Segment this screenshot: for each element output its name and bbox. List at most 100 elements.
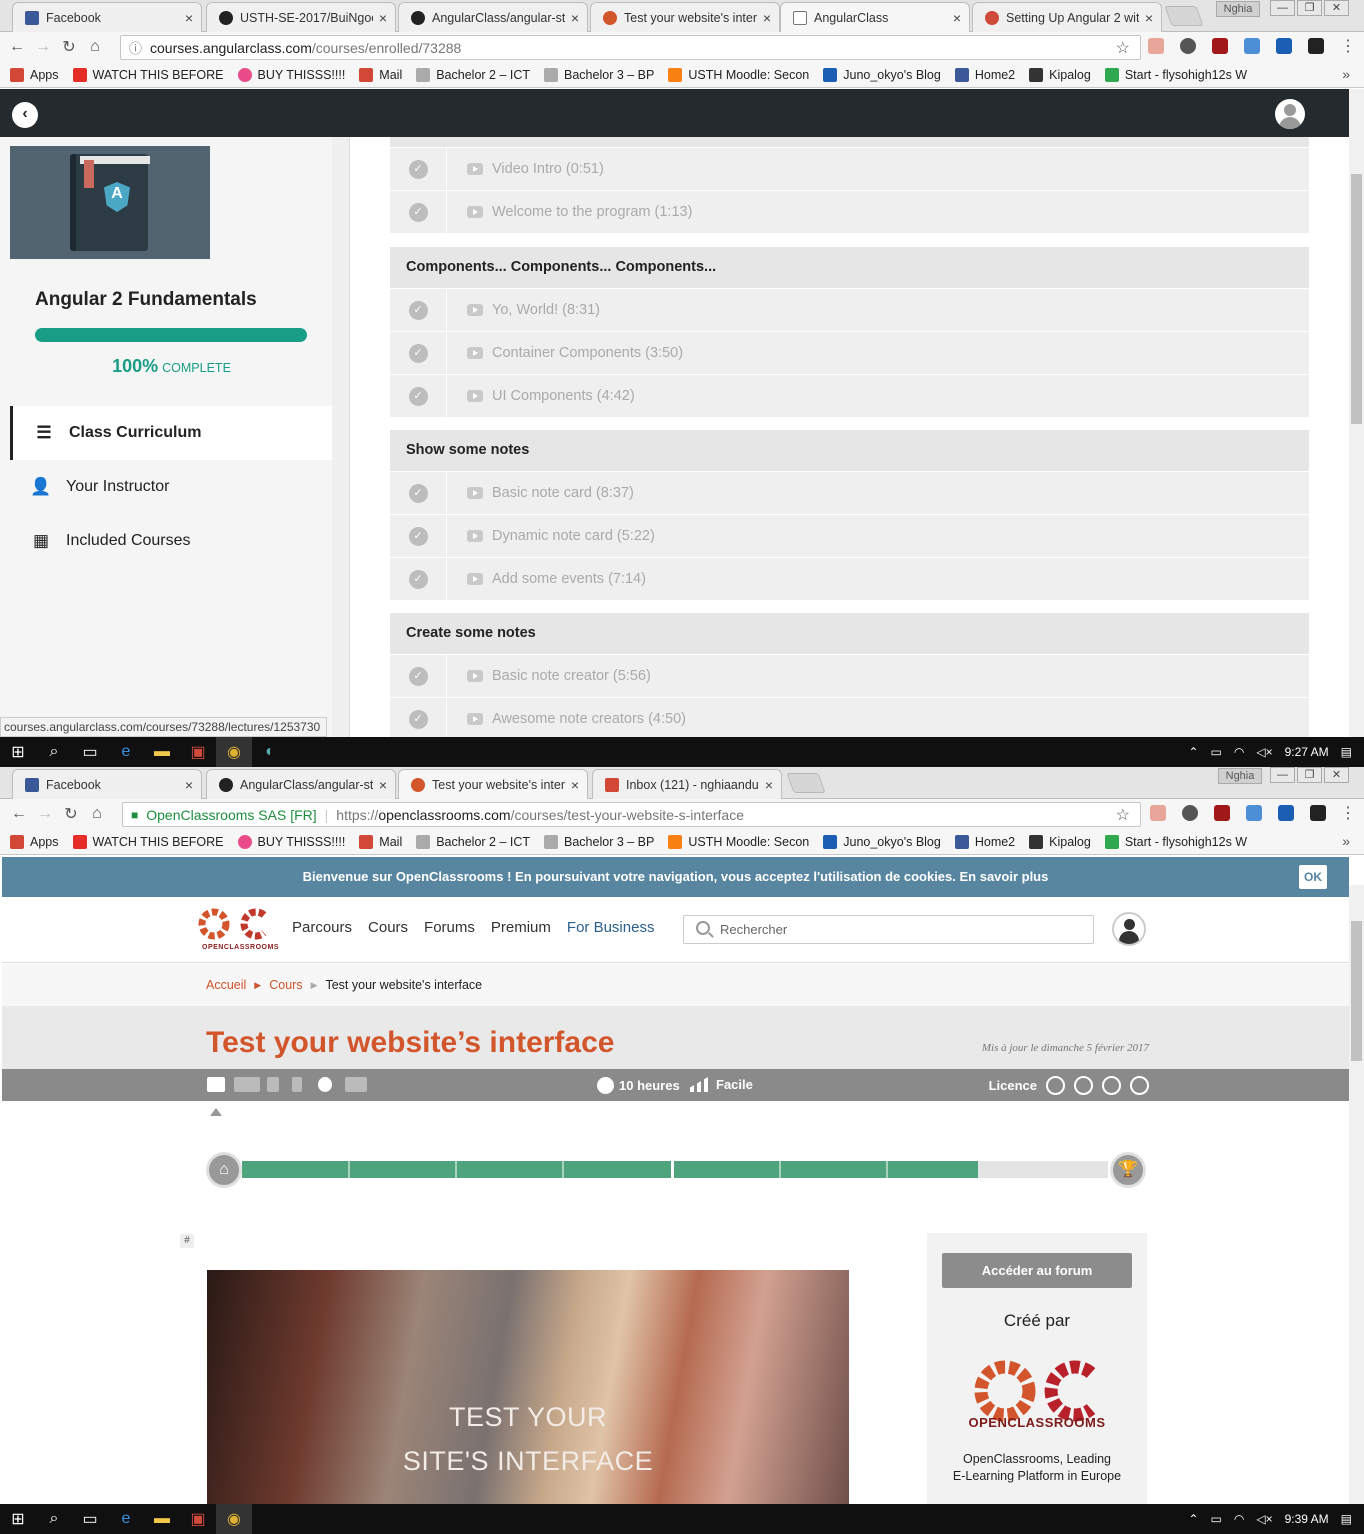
tab-angularclass[interactable]: AngularClass × <box>780 2 970 32</box>
ublock-icon[interactable] <box>1212 38 1228 54</box>
nav-premium[interactable]: Premium <box>491 919 551 936</box>
anchor-hash[interactable]: # <box>180 1234 194 1248</box>
tab-facebook[interactable]: Facebook × <box>12 2 202 32</box>
page-scrollbar[interactable] <box>1349 89 1364 737</box>
clock[interactable]: 9:27 AM <box>1285 745 1329 759</box>
cookie-ok-button[interactable]: OK <box>1299 865 1327 889</box>
minimize-icon[interactable]: — <box>1270 0 1295 16</box>
close-tab-icon[interactable]: × <box>953 10 961 26</box>
file-explorer-icon[interactable]: ▬ <box>144 1504 180 1534</box>
close-tab-icon[interactable]: × <box>765 777 773 793</box>
tab-github-angularclass[interactable]: AngularClass/angular-sta × <box>398 2 588 32</box>
course-video[interactable]: TEST YOUR SITE'S INTERFACE <box>207 1270 849 1507</box>
extension-icon[interactable] <box>1244 38 1260 54</box>
battery-icon[interactable]: ▭ <box>1211 745 1222 759</box>
profile-badge[interactable]: Nghia <box>1218 768 1262 784</box>
bookmark-kipalog[interactable]: Kipalog <box>1029 67 1091 82</box>
bookmark-watch[interactable]: WATCH THIS BEFORE <box>72 67 224 82</box>
wifi-icon[interactable]: ◠ <box>1234 745 1244 759</box>
notifications-icon[interactable]: ▤ <box>1341 745 1352 759</box>
lecture-row[interactable]: ✓ Add some events (7:14) <box>390 557 1309 601</box>
menu-kebab-icon[interactable]: ⋮ <box>1340 803 1356 823</box>
extension-icon[interactable] <box>1246 805 1262 821</box>
lecture-row[interactable]: ✓ UI Components (4:42) <box>390 374 1309 418</box>
bookmark-buy[interactable]: BUY THISSS!!!! <box>237 834 345 849</box>
openclassrooms-logo[interactable]: OPENCLASSROOMS <box>198 906 279 954</box>
bookmark-start[interactable]: Start - flysohigh12s W <box>1104 834 1247 849</box>
chrome-icon[interactable]: ◉ <box>216 1504 252 1534</box>
trophy-icon[interactable]: 🏆 <box>1110 1152 1146 1188</box>
ublock-icon[interactable] <box>1214 805 1230 821</box>
tray-chevron-icon[interactable]: ⌃ <box>1188 1512 1198 1526</box>
windows-start-icon[interactable]: ⊞ <box>0 737 36 767</box>
nav-parcours[interactable]: Parcours <box>292 919 352 936</box>
bookmark-blog[interactable]: Juno_okyo's Blog <box>823 67 941 82</box>
lecture-row[interactable]: ✓ Container Components (3:50) <box>390 331 1309 375</box>
tab-facebook[interactable]: Facebook × <box>12 769 202 799</box>
restore-icon[interactable]: ❐ <box>1297 767 1322 783</box>
bookmark-star-icon[interactable]: ☆ <box>1116 38 1130 58</box>
breadcrumb-accueil[interactable]: Accueil <box>206 978 246 992</box>
menu-your-instructor[interactable]: 👤 Your Instructor <box>10 460 332 514</box>
info-icon[interactable]: ⓘ <box>129 38 142 57</box>
edge-icon[interactable]: e <box>108 1504 144 1534</box>
app-icon[interactable]: ▣ <box>180 1504 216 1534</box>
page-scrollbar[interactable] <box>1349 885 1364 1504</box>
bookmark-moodle[interactable]: USTH Moodle: Secon <box>668 834 809 849</box>
close-tab-icon[interactable]: × <box>379 777 387 793</box>
close-tab-icon[interactable]: × <box>1145 10 1153 26</box>
extension-icon[interactable] <box>1148 38 1164 54</box>
bookmark-watch[interactable]: WATCH THIS BEFORE <box>72 834 224 849</box>
new-tab-button[interactable] <box>1164 6 1204 26</box>
minimize-icon[interactable]: — <box>1270 767 1295 783</box>
file-explorer-icon[interactable]: ▬ <box>144 737 180 767</box>
bookmark-bachelor2[interactable]: Bachelor 2 – ICT <box>416 67 530 82</box>
cc-sa-icon[interactable] <box>1130 1076 1149 1095</box>
lecture-row[interactable]: ✓ Welcome to the program (1:13) <box>390 190 1309 234</box>
tab-openclassrooms[interactable]: Test your website's interf × <box>590 2 780 32</box>
extension-icon[interactable] <box>1310 805 1326 821</box>
extension-icon[interactable] <box>1308 38 1324 54</box>
bookmark-blog[interactable]: Juno_okyo's Blog <box>823 834 941 849</box>
app-icon[interactable]: ◐ <box>252 737 288 767</box>
bookmark-apps[interactable]: Apps <box>10 67 59 82</box>
lock-icon[interactable]: ■ <box>131 808 138 822</box>
lecture-row[interactable]: ✓ Awesome note creators (4:50) <box>390 697 1309 737</box>
battery-icon[interactable]: ▭ <box>1211 1512 1222 1526</box>
address-bar[interactable]: ⓘ courses.angularclass.com/courses/enrol… <box>120 35 1141 60</box>
nav-for-business[interactable]: For Business <box>567 919 655 936</box>
close-window-icon[interactable]: ✕ <box>1324 0 1349 16</box>
scrollbar-thumb[interactable] <box>1351 921 1362 1061</box>
extension-icon[interactable] <box>1278 805 1294 821</box>
restore-icon[interactable]: ❐ <box>1297 0 1322 16</box>
task-view-icon[interactable]: ▭ <box>72 1504 108 1534</box>
home-icon[interactable]: ⌂ <box>82 38 108 56</box>
edge-icon[interactable]: e <box>108 737 144 767</box>
home-icon[interactable]: ⌂ <box>84 805 110 823</box>
task-view-icon[interactable]: ▭ <box>72 737 108 767</box>
close-tab-icon[interactable]: × <box>571 777 579 793</box>
breadcrumb-cours[interactable]: Cours <box>269 978 302 992</box>
menu-included-courses[interactable]: ▦ Included Courses <box>10 514 332 568</box>
back-arrow-icon[interactable]: ← <box>6 805 32 823</box>
lecture-row[interactable]: ✓ Dynamic note card (5:22) <box>390 514 1309 558</box>
nav-cours[interactable]: Cours <box>368 919 408 936</box>
close-window-icon[interactable]: ✕ <box>1324 767 1349 783</box>
forward-arrow-icon[interactable]: → <box>32 805 58 823</box>
profile-badge[interactable]: Nghia <box>1216 1 1260 17</box>
app-icon[interactable]: ▣ <box>180 737 216 767</box>
bookmark-buy[interactable]: BUY THISSS!!!! <box>237 67 345 82</box>
bookmark-bachelor3[interactable]: Bachelor 3 – BP <box>544 834 654 849</box>
new-tab-button[interactable] <box>786 773 826 793</box>
close-tab-icon[interactable]: × <box>763 10 771 26</box>
search-input[interactable]: Rechercher <box>683 915 1094 944</box>
bookmark-home2[interactable]: Home2 <box>954 834 1015 849</box>
home-icon[interactable]: ⌂ <box>206 1152 242 1188</box>
search-icon[interactable]: ⌕ <box>36 1504 72 1534</box>
extension-icon[interactable] <box>1150 805 1166 821</box>
close-tab-icon[interactable]: × <box>379 10 387 26</box>
clock[interactable]: 9:39 AM <box>1285 1512 1329 1526</box>
tab-github-angularclass[interactable]: AngularClass/angular-sta × <box>206 769 396 799</box>
close-tab-icon[interactable]: × <box>571 10 579 26</box>
scrollbar-thumb[interactable] <box>1351 174 1362 424</box>
